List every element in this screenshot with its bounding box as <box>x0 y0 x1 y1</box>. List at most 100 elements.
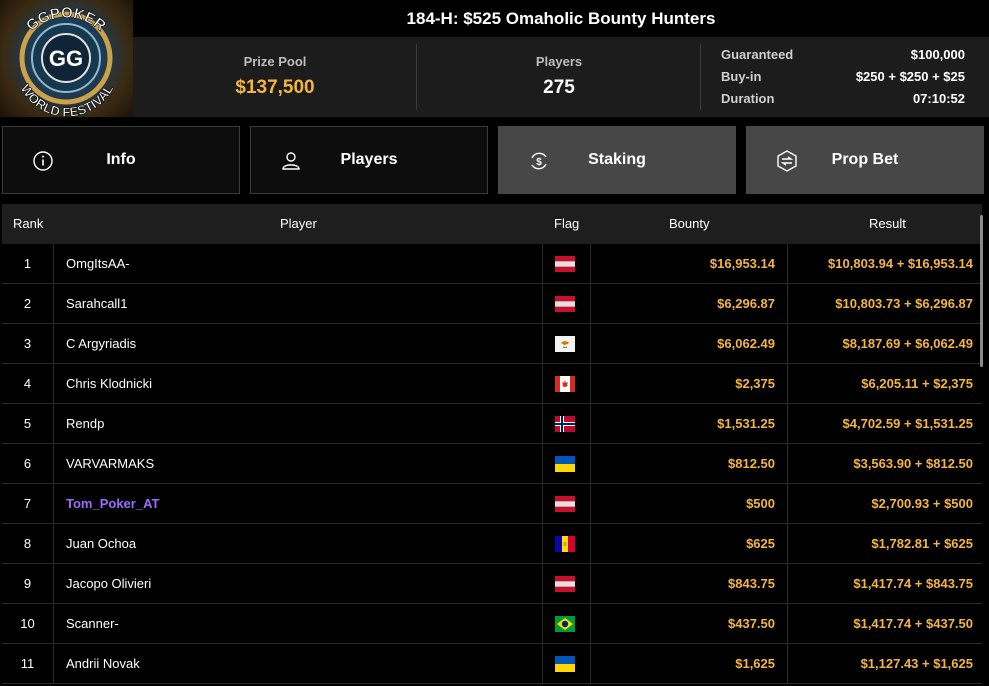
user-icon <box>282 152 300 170</box>
norway-flag-icon <box>555 416 575 432</box>
tab-info[interactable]: Info <box>2 126 240 194</box>
player-name-cell[interactable]: Rendp <box>66 404 104 443</box>
table-row[interactable]: 4 Chris Klodnicki $2,375 $6,205.11 + $2,375 <box>2 364 982 404</box>
bounty-cell: $812.50 <box>728 456 775 471</box>
buyin-label: Buy-in <box>721 69 762 84</box>
table-row[interactable]: 10 Scanner- $437.50 $1,417.74 + $437.50 <box>2 604 982 644</box>
table-row[interactable]: 5 Rendp $1,531.25 $4,702.59 + $1,531.25 <box>2 404 982 444</box>
austria-flag-icon <box>555 296 575 312</box>
austria-flag-icon <box>555 576 575 592</box>
column-divider <box>542 444 543 483</box>
column-divider <box>542 604 543 643</box>
rank-cell: 8 <box>23 536 32 551</box>
table-row[interactable]: 3 C Argyriadis $6,062.49 $8,187.69 + $6,062… <box>2 324 982 364</box>
player-column-header[interactable]: Player <box>280 204 317 244</box>
column-divider <box>542 404 543 443</box>
tournament-stats-bar: Prize Pool $137,500 Players 275 Guarante… <box>133 37 989 117</box>
ggpoker-world-festival-logo: GG GGPOKER WORLD FESTIVAL <box>0 0 133 117</box>
player-name-cell[interactable]: Scanner- <box>66 604 119 643</box>
column-divider <box>53 364 54 403</box>
player-name-cell[interactable]: VARVARMAKS <box>66 444 154 483</box>
bounty-cell: $16,953.14 <box>709 256 775 271</box>
table-row[interactable]: 1 OmgItsAA- $16,953.14 $10,803.94 + $16,953… <box>2 244 982 284</box>
column-divider <box>542 524 543 563</box>
bounty-cell: $625 <box>746 536 775 551</box>
table-row[interactable]: 11 Andrii Novak $1,625 $1,127.43 + $1,625 <box>2 644 982 684</box>
result-cell: $3,563.90 + $812.50 <box>853 456 973 471</box>
prize-pool-stat: Prize Pool $137,500 <box>133 37 417 117</box>
rank-cell: 5 <box>23 416 32 431</box>
rank-cell: 7 <box>23 496 32 511</box>
player-name-cell[interactable]: Chris Klodnicki <box>66 364 152 403</box>
svg-text:GG: GG <box>49 46 83 71</box>
flag-column-header[interactable]: Flag <box>554 204 579 244</box>
tab-prop-bet[interactable]: Prop Bet <box>746 126 984 194</box>
bounty-cell: $843.75 <box>728 576 775 591</box>
table-scrollbar[interactable] <box>980 215 983 367</box>
prize-pool-label: Prize Pool <box>243 54 307 69</box>
rank-cell: 11 <box>20 656 35 671</box>
column-divider <box>542 244 543 283</box>
rank-cell: 9 <box>23 576 32 591</box>
rank-cell: 2 <box>23 296 32 311</box>
player-name-cell[interactable]: Juan Ochoa <box>66 524 136 563</box>
result-column-header[interactable]: Result <box>869 204 906 244</box>
tab-players[interactable]: Players <box>250 126 488 194</box>
player-name-cell[interactable]: OmgItsAA- <box>66 244 130 283</box>
rank-cell: 6 <box>23 456 32 471</box>
result-cell: $1,417.74 + $437.50 <box>853 616 973 631</box>
result-cell: $10,803.73 + $6,296.87 <box>835 296 973 311</box>
player-name-cell[interactable]: C Argyriadis <box>66 324 136 363</box>
buyin-value: $250 + $250 + $25 <box>855 69 965 84</box>
tab-staking[interactable]: $ Staking <box>498 126 736 194</box>
ukraine-flag-icon <box>555 456 575 472</box>
player-name-cell[interactable]: Sarahcall1 <box>66 284 127 323</box>
players-count-value: 275 <box>543 77 575 98</box>
result-cell: $4,702.59 + $1,531.25 <box>842 416 973 431</box>
svg-text:$: $ <box>536 157 542 168</box>
result-cell: $6,205.11 + $2,375 <box>861 376 973 391</box>
players-stat: Players 275 <box>417 37 701 117</box>
result-cell: $8,187.69 + $6,062.49 <box>842 336 973 351</box>
table-row[interactable]: 9 Jacopo Olivieri $843.75 $1,417.74 + $843.… <box>2 564 982 604</box>
column-divider <box>53 284 54 323</box>
prize-pool-value: $137,500 <box>235 77 315 98</box>
table-row[interactable]: 2 Sarahcall1 $6,296.87 $10,803.73 + $6,296.… <box>2 284 982 324</box>
column-divider <box>53 524 54 563</box>
result-cell: $1,417.74 + $843.75 <box>853 576 973 591</box>
table-row[interactable]: 8 Juan Ochoa $625 $1,782.81 + $625 <box>2 524 982 564</box>
coin-exchange-icon: $ <box>531 152 547 170</box>
tab-staking-label: Staking <box>588 151 646 168</box>
results-table-body: 1 OmgItsAA- $16,953.14 $10,803.94 + $16,953… <box>2 244 982 684</box>
column-divider <box>53 244 54 283</box>
column-divider <box>53 324 54 363</box>
guaranteed-label: Guaranteed <box>721 47 794 62</box>
table-row[interactable]: 6 VARVARMAKS $812.50 $3,563.90 + $812.50 <box>2 444 982 484</box>
bounty-cell: $2,375 <box>735 376 775 391</box>
players-count-label: Players <box>535 54 583 69</box>
brazil-flag-icon <box>555 616 575 632</box>
column-divider <box>542 324 543 363</box>
column-divider <box>53 444 54 483</box>
rank-cell: 4 <box>23 376 32 391</box>
bounty-cell: $500 <box>746 496 775 511</box>
austria-flag-icon <box>555 256 575 272</box>
rank-column-header[interactable]: Rank <box>13 204 43 244</box>
result-cell: $1,782.81 + $625 <box>871 536 973 551</box>
tab-players-label: Players <box>340 151 398 168</box>
table-row[interactable]: 7 Tom_Poker_AT $500 $2,700.93 + $500 <box>2 484 982 524</box>
player-name-cell[interactable]: Jacopo Olivieri <box>66 564 151 603</box>
column-divider <box>53 484 54 523</box>
player-name-cell[interactable]: Tom_Poker_AT <box>66 484 159 523</box>
column-divider <box>53 604 54 643</box>
duration-value: 07:10:52 <box>912 91 965 106</box>
result-cell: $2,700.93 + $500 <box>871 496 973 511</box>
info-icon <box>33 151 53 171</box>
player-name-cell[interactable]: Andrii Novak <box>66 644 140 683</box>
canada-flag-icon <box>555 376 575 392</box>
austria-flag-icon <box>555 496 575 512</box>
tab-info-label: Info <box>106 151 136 168</box>
bounty-cell: $6,062.49 <box>717 336 775 351</box>
guaranteed-value: $100,000 <box>910 47 965 62</box>
bounty-column-header[interactable]: Bounty <box>669 204 709 244</box>
